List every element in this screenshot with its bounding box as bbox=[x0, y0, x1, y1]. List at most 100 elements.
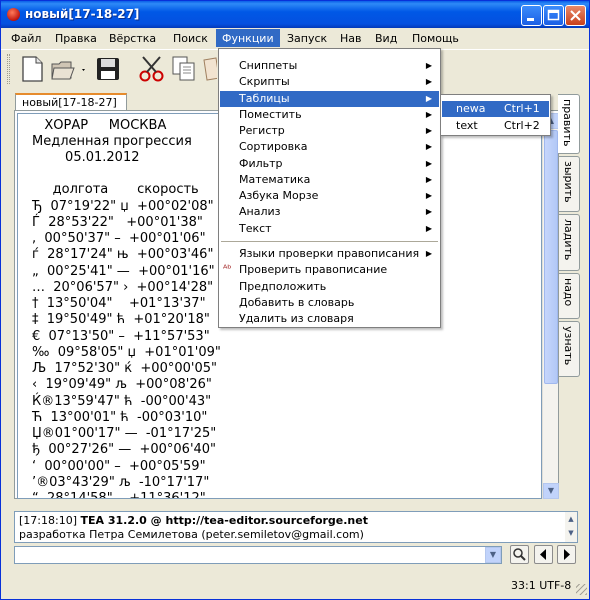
paste-icon bbox=[203, 57, 217, 81]
fif-input[interactable]: ▼ bbox=[14, 546, 502, 564]
menu-separator bbox=[221, 241, 438, 242]
arrow-left-icon bbox=[540, 549, 546, 560]
menu-search[interactable]: Поиск bbox=[167, 31, 214, 46]
menu-item-filter[interactable]: Фильтр ▶ bbox=[220, 156, 439, 172]
cut-button[interactable] bbox=[137, 54, 167, 84]
editor-line: Ђ 07°19'22" џ +00°02'08" bbox=[32, 199, 214, 214]
save-icon bbox=[97, 58, 119, 80]
side-tab-edit[interactable]: править bbox=[558, 94, 580, 154]
menu-item-add-to-dict[interactable]: Добавить в словарь bbox=[220, 295, 439, 311]
minimize-icon bbox=[527, 18, 534, 21]
submenu-arrow-icon: ▶ bbox=[425, 159, 432, 168]
menu-bar: Файл Правка Вёрстка Поиск Функции Запуск… bbox=[1, 29, 589, 48]
log-panel[interactable]: [17:18:10] TEA 31.2.0 @ http://tea-edito… bbox=[14, 511, 578, 543]
app-icon bbox=[7, 8, 20, 21]
editor-line: ‹ 19°09'49" љ +00°08'26" bbox=[32, 377, 212, 392]
chevron-down-icon[interactable]: ▼ bbox=[485, 547, 501, 563]
menu-item-sort[interactable]: Сортировка ▶ bbox=[220, 139, 439, 155]
menu-file[interactable]: Файл bbox=[5, 31, 47, 46]
menu-run[interactable]: Запуск bbox=[281, 31, 333, 46]
open-file-button[interactable] bbox=[49, 54, 89, 84]
new-file-button[interactable] bbox=[17, 54, 47, 84]
menu-item-morse[interactable]: Азбука Морзе ▶ bbox=[220, 188, 439, 204]
minimize-button[interactable] bbox=[521, 5, 542, 26]
close-button[interactable] bbox=[565, 5, 586, 26]
title-bar[interactable]: новый[17-18-27] bbox=[1, 1, 589, 28]
editor-line: † 13°50'04" +01°13'37" bbox=[32, 296, 206, 311]
menu-functions[interactable]: Функции bbox=[216, 29, 280, 47]
submenu-arrow-icon: ▶ bbox=[425, 77, 432, 86]
find-next-button[interactable] bbox=[557, 545, 576, 564]
submenu-arrow-icon: ▶ bbox=[425, 94, 432, 103]
menu-item-spellcheck[interactable]: ᴬᵇ Проверить правописание bbox=[220, 262, 439, 278]
editor-line: 05.01.2012 bbox=[32, 150, 140, 165]
side-tab-view[interactable]: зырить bbox=[559, 156, 580, 212]
menu-view[interactable]: Вид bbox=[369, 31, 403, 46]
submenu-arrow-icon: ▶ bbox=[425, 224, 432, 233]
copy-button[interactable] bbox=[169, 54, 199, 84]
save-button[interactable] bbox=[93, 54, 123, 84]
functions-menu: Сниппеты ▶ Скрипты ▶ Таблицы ▶ Поместить ▶ Р… bbox=[218, 48, 441, 328]
maximize-button[interactable] bbox=[543, 5, 564, 26]
side-tab-learn[interactable]: узнать bbox=[559, 321, 580, 377]
menu-item-place[interactable]: Поместить ▶ bbox=[220, 107, 439, 123]
find-button[interactable] bbox=[510, 545, 529, 564]
scroll-down-arrow-icon[interactable]: ▼ bbox=[543, 483, 559, 499]
editor-line: “ 28°14'58" ‚ +11°36'12" bbox=[32, 491, 206, 499]
cut-icon bbox=[139, 56, 164, 82]
editor-line: , 00°50'37" – +00°01'06" bbox=[32, 231, 206, 246]
menu-item-math[interactable]: Математика ▶ bbox=[220, 172, 439, 188]
menu-item-case[interactable]: Регистр ▶ bbox=[220, 123, 439, 139]
menu-edit[interactable]: Правка bbox=[49, 31, 103, 46]
new-file-icon bbox=[22, 56, 43, 82]
menu-item-suggest[interactable]: Предположить bbox=[220, 279, 439, 295]
side-tab-todo[interactable]: надо bbox=[559, 273, 580, 319]
submenu-arrow-icon: ▶ bbox=[425, 207, 432, 216]
log-scrollbar[interactable]: ▲ ▼ bbox=[565, 512, 577, 542]
menu-item-remove-from-dict[interactable]: Удалить из словаря bbox=[220, 311, 439, 327]
menu-help[interactable]: Помощь bbox=[406, 31, 465, 46]
resize-grip-icon[interactable] bbox=[576, 584, 587, 595]
editor-line: ‰ 09°58'05" џ +01°01'09" bbox=[32, 345, 221, 360]
editor-line: Медленная прогрессия bbox=[32, 134, 192, 149]
side-tab-label: зырить bbox=[562, 161, 575, 203]
menu-item-spell-languages[interactable]: Языки проверки правописания ▶ bbox=[220, 246, 439, 262]
submenu-item-text[interactable]: text Ctrl+2 bbox=[442, 118, 549, 134]
close-icon bbox=[570, 10, 581, 21]
menu-nav[interactable]: Нав bbox=[334, 31, 368, 46]
open-file-icon bbox=[51, 61, 85, 80]
submenu-arrow-icon: ▶ bbox=[425, 110, 432, 119]
editor-line: ХОРАР МОСКВА bbox=[32, 118, 167, 133]
submenu-arrow-icon: ▶ bbox=[425, 175, 432, 184]
submenu-arrow-icon: ▶ bbox=[425, 191, 432, 200]
editor-line: ‡ 19°50'49" ћ +01°20'18" bbox=[32, 312, 210, 327]
menu-item-tables[interactable]: Таблицы ▶ bbox=[220, 91, 439, 107]
search-icon bbox=[513, 548, 526, 561]
log-author-line: разработка Петра Семилетова (peter.semil… bbox=[19, 528, 364, 541]
arrow-right-icon bbox=[564, 549, 570, 560]
menu-markup[interactable]: Вёрстка bbox=[103, 31, 162, 46]
submenu-arrow-icon: ▶ bbox=[425, 142, 432, 151]
paste-button[interactable] bbox=[201, 54, 217, 84]
editor-line: ‘ 00°00'00" – +00°05'59" bbox=[32, 459, 206, 474]
toolbar-handle[interactable] bbox=[7, 54, 10, 84]
tables-submenu: newa Ctrl+1 text Ctrl+2 bbox=[440, 94, 551, 136]
spellcheck-icon: ᴬᵇ bbox=[223, 264, 232, 275]
menu-item-scripts[interactable]: Скрипты ▶ bbox=[220, 74, 439, 90]
menu-item-snippets[interactable]: Сниппеты ▶ bbox=[220, 58, 439, 74]
editor-line: ’®03°43'29" љ -10°17'17" bbox=[32, 475, 210, 490]
tab-document[interactable]: новый[17-18-27] bbox=[15, 93, 127, 111]
menu-item-analysis[interactable]: Анализ ▶ bbox=[220, 204, 439, 220]
submenu-item-newa[interactable]: newa Ctrl+1 bbox=[442, 101, 549, 117]
find-prev-button[interactable] bbox=[534, 545, 553, 564]
side-tab-tune[interactable]: ладить bbox=[559, 214, 580, 271]
editor-line: Ѓ 28°53'22" +00°01'38" bbox=[32, 215, 203, 230]
editor-line: Ћ 13°00'01" ћ -00°03'10" bbox=[32, 410, 208, 425]
editor-scrollbar[interactable]: ▲ ▼ bbox=[542, 113, 559, 499]
submenu-arrow-icon: ▶ bbox=[425, 126, 432, 135]
editor-line: „ 00°25'41" — +00°01'16" bbox=[32, 264, 215, 279]
scrollbar-thumb[interactable] bbox=[544, 130, 558, 384]
menu-item-text[interactable]: Текст ▶ bbox=[220, 221, 439, 237]
submenu-arrow-icon: ▶ bbox=[425, 249, 432, 258]
log-message: TEA 31.2.0 @ http://tea-editor.sourcefor… bbox=[80, 514, 368, 527]
